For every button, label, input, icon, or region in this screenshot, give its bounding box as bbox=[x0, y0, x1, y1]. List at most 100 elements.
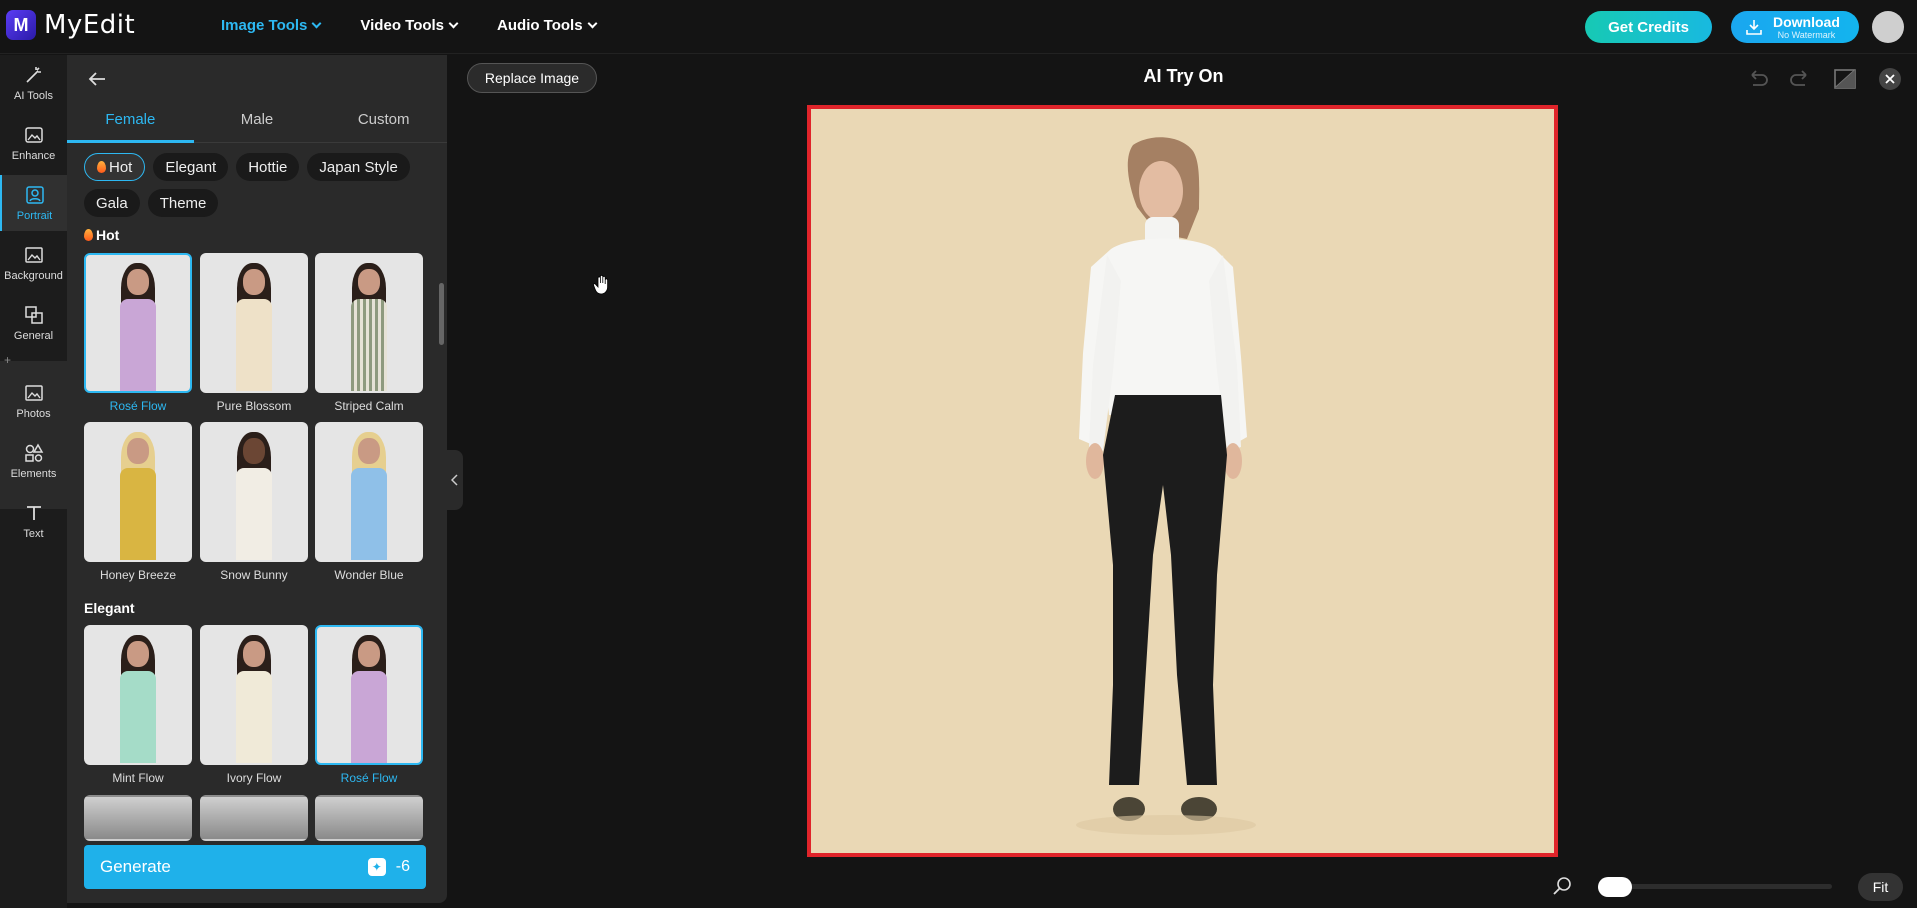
outfit-card[interactable]: Striped Calm bbox=[315, 253, 423, 413]
logo-mark-icon: M bbox=[6, 10, 36, 40]
generate-cost: ✦ -6 bbox=[367, 858, 410, 876]
chip-hot[interactable]: Hot bbox=[84, 153, 146, 181]
generate-button[interactable]: Generate ✦ -6 bbox=[84, 845, 426, 889]
chevron-down-icon bbox=[448, 18, 459, 29]
undo-icon[interactable] bbox=[1744, 66, 1770, 92]
outfit-panel: Female Male Custom Hot Elegant Hottie Ja… bbox=[67, 55, 447, 903]
outfit-name: Pure Blossom bbox=[216, 399, 292, 413]
outfit-card[interactable]: Rosé Flow bbox=[84, 253, 192, 413]
outfit-card[interactable] bbox=[200, 795, 308, 841]
app-logo[interactable]: M MyEdit bbox=[6, 10, 135, 40]
outfit-garment bbox=[236, 671, 272, 763]
background-icon bbox=[24, 247, 43, 263]
outfit-garment bbox=[351, 299, 387, 391]
rail-item-background[interactable]: Background bbox=[0, 235, 67, 291]
outfit-thumbnail bbox=[84, 625, 192, 765]
outfit-card[interactable]: Pure Blossom bbox=[200, 253, 308, 413]
outfit-card[interactable] bbox=[84, 795, 192, 841]
chip-theme[interactable]: Theme bbox=[147, 189, 219, 217]
generate-cost-value: -6 bbox=[395, 858, 410, 875]
replace-image-button[interactable]: Replace Image bbox=[467, 63, 597, 93]
style-chips: Hot Elegant Hottie Japan Style Gala Them… bbox=[84, 153, 424, 217]
outfit-garment bbox=[351, 468, 387, 560]
outfit-thumbnail bbox=[315, 253, 423, 393]
outfit-garment bbox=[120, 468, 156, 560]
nav-audio-tools-label: Audio Tools bbox=[497, 17, 583, 34]
outfit-card[interactable]: Wonder Blue bbox=[315, 422, 423, 582]
back-arrow-icon[interactable] bbox=[85, 67, 109, 91]
outfit-name: Striped Calm bbox=[334, 399, 404, 413]
panel-scrollbar[interactable] bbox=[439, 283, 444, 345]
download-icon bbox=[1746, 20, 1762, 35]
model-head bbox=[358, 438, 380, 464]
chip-japan-style[interactable]: Japan Style bbox=[307, 153, 410, 181]
outfit-card[interactable]: Honey Breeze bbox=[84, 422, 192, 582]
tab-custom[interactable]: Custom bbox=[320, 99, 447, 142]
close-icon[interactable] bbox=[1877, 66, 1903, 92]
try-on-image[interactable] bbox=[807, 105, 1558, 857]
outfit-thumbnail bbox=[315, 422, 423, 562]
magic-wand-icon bbox=[25, 67, 41, 83]
outfit-card[interactable]: Rosé Flow bbox=[315, 625, 423, 785]
text-icon bbox=[26, 506, 41, 520]
outfit-thumbnail bbox=[200, 253, 308, 393]
model-head bbox=[243, 269, 265, 295]
rail-item-enhance[interactable]: Enhance bbox=[0, 115, 67, 171]
model-head bbox=[358, 269, 380, 295]
top-nav: Image Tools Video Tools Audio Tools bbox=[221, 17, 598, 34]
chip-label: Hot bbox=[109, 158, 133, 176]
nav-image-tools-label: Image Tools bbox=[221, 17, 308, 34]
tab-male[interactable]: Male bbox=[194, 99, 321, 142]
download-button[interactable]: Download No Watermark bbox=[1731, 11, 1859, 43]
download-label: Download bbox=[1773, 13, 1840, 30]
chip-gala[interactable]: Gala bbox=[84, 189, 140, 217]
outfit-name: Snow Bunny bbox=[220, 568, 288, 582]
outfit-card[interactable]: Mint Flow bbox=[84, 625, 192, 785]
chevron-down-icon bbox=[311, 18, 322, 29]
nav-video-tools[interactable]: Video Tools bbox=[360, 17, 459, 34]
outfit-name: Rosé Flow bbox=[109, 399, 167, 413]
rail-item-general[interactable]: General bbox=[0, 295, 67, 351]
outfit-name: Wonder Blue bbox=[334, 568, 404, 582]
fit-button[interactable]: Fit bbox=[1858, 873, 1903, 901]
model-head bbox=[243, 641, 265, 667]
page-title: AI Try On bbox=[1143, 66, 1224, 86]
chip-hottie[interactable]: Hottie bbox=[236, 153, 300, 181]
top-bar: M MyEdit Image Tools Video Tools Audio T… bbox=[0, 0, 1917, 54]
rail-item-elements[interactable]: Elements bbox=[0, 433, 67, 489]
flame-icon bbox=[84, 229, 93, 241]
photos-icon bbox=[24, 385, 43, 401]
zoom-slider-handle[interactable] bbox=[1598, 877, 1632, 897]
compare-icon[interactable] bbox=[1832, 66, 1858, 92]
section-title-hot-label: Hot bbox=[96, 227, 120, 243]
chip-elegant[interactable]: Elegant bbox=[153, 153, 229, 181]
portrait-icon bbox=[25, 186, 44, 204]
zoom-icon[interactable] bbox=[1552, 875, 1574, 897]
rail-item-portrait[interactable]: Portrait bbox=[0, 175, 67, 231]
redo-icon[interactable] bbox=[1788, 66, 1814, 92]
rail-item-text[interactable]: Text bbox=[0, 493, 67, 549]
outfit-thumbnail bbox=[200, 625, 308, 765]
credit-icon: ✦ bbox=[367, 858, 386, 876]
section-title-hot: Hot bbox=[84, 227, 119, 243]
hand-cursor-icon bbox=[593, 274, 608, 295]
zoom-slider-track[interactable] bbox=[1598, 884, 1832, 889]
outfit-name: Ivory Flow bbox=[226, 771, 282, 785]
rail-item-ai-tools[interactable]: AI Tools bbox=[0, 55, 67, 111]
get-credits-button[interactable]: Get Credits bbox=[1585, 11, 1712, 43]
nav-image-tools[interactable]: Image Tools bbox=[221, 17, 322, 34]
outfit-thumbnail bbox=[200, 795, 308, 841]
chevron-left-icon bbox=[451, 474, 458, 486]
tab-female[interactable]: Female bbox=[67, 99, 194, 143]
outfit-card[interactable] bbox=[315, 795, 423, 841]
nav-audio-tools[interactable]: Audio Tools bbox=[497, 17, 598, 34]
outfit-name: Rosé Flow bbox=[340, 771, 398, 785]
outfit-card[interactable]: Ivory Flow bbox=[200, 625, 308, 785]
avatar[interactable] bbox=[1872, 11, 1904, 43]
outfit-garment bbox=[120, 671, 156, 763]
model-head bbox=[127, 641, 149, 667]
rail-item-label: AI Tools bbox=[14, 90, 53, 102]
collapse-panel-button[interactable] bbox=[447, 450, 463, 510]
rail-item-photos[interactable]: Photos bbox=[0, 373, 67, 429]
outfit-card[interactable]: Snow Bunny bbox=[200, 422, 308, 582]
